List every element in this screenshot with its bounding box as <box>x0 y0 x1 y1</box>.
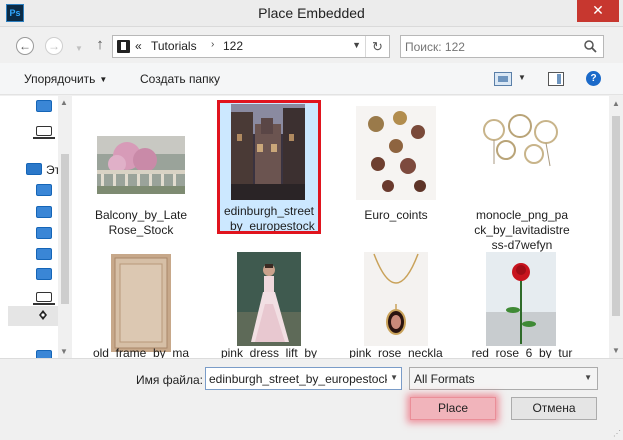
search-icon <box>584 40 597 53</box>
downloads-icon[interactable] <box>36 227 52 239</box>
folder-icon <box>117 40 130 53</box>
file-name-line: pink_rose_neckla <box>349 346 443 358</box>
network-icon[interactable] <box>36 100 52 112</box>
scroll-up-icon[interactable]: ▲ <box>60 98 68 107</box>
file-item[interactable]: monocle_png_pa ck_by_lavitadistre ss-d7w… <box>470 102 574 252</box>
file-name-line: pink_dress_lift_by <box>220 346 318 358</box>
scroll-down-icon[interactable]: ▼ <box>612 346 620 355</box>
nav-scroll-thumb[interactable] <box>61 154 69 304</box>
documents-icon[interactable] <box>36 206 52 218</box>
music-icon[interactable] <box>36 248 52 260</box>
monocle-thumbnail <box>480 106 564 168</box>
path-prefix[interactable]: « <box>135 39 142 53</box>
view-dropdown-icon[interactable]: ▼ <box>518 73 526 82</box>
refresh-button[interactable]: ↻ <box>365 36 389 57</box>
organize-menu[interactable]: Упорядочить ▼ <box>24 72 107 86</box>
command-bar: Упорядочить ▼ Создать папку ▼ ? <box>0 63 623 95</box>
caret-down-icon: ▼ <box>99 75 108 84</box>
organize-label: Упорядочить <box>24 72 96 86</box>
forward-button[interactable]: → <box>45 37 63 55</box>
format-value: All Formats <box>414 372 475 386</box>
library-icon[interactable] <box>36 184 52 196</box>
preview-pane-icon[interactable] <box>548 72 564 86</box>
file-item[interactable]: Balcony_by_Late Rose_Stock <box>89 102 193 237</box>
path-dropdown-icon[interactable]: ▼ <box>352 40 361 50</box>
file-name-line: monocle_png_pa <box>475 208 569 222</box>
scroll-down-icon[interactable]: ▼ <box>60 347 68 356</box>
path-box[interactable]: « Tutorials › 122 ▼ ↻ <box>112 35 390 58</box>
file-name-line: old_frame_by_ma <box>92 346 190 358</box>
balcony-thumbnail <box>97 136 185 194</box>
back-button[interactable]: ← <box>16 37 34 55</box>
cancel-button[interactable]: Отмена <box>511 397 597 420</box>
file-item[interactable]: old_frame_by_ma <box>89 246 193 358</box>
path-segment-tutorials[interactable]: Tutorials <box>151 39 197 53</box>
search-box[interactable] <box>400 35 604 58</box>
nav-selected-item[interactable] <box>8 306 58 326</box>
navigation-pane: Эт ▲ ▼ <box>0 96 72 362</box>
place-button[interactable]: Place <box>410 397 496 420</box>
euro-coins-thumbnail <box>356 106 436 200</box>
red-rose-thumbnail <box>486 252 556 346</box>
file-item[interactable]: pink_rose_neckla <box>344 246 448 358</box>
path-segment-122[interactable]: 122 <box>223 39 243 53</box>
change-view-icon[interactable] <box>494 72 512 86</box>
scroll-up-icon[interactable]: ▲ <box>612 99 620 108</box>
selection-highlight-frame <box>217 100 321 234</box>
videos-icon[interactable] <box>36 268 52 280</box>
help-icon[interactable]: ? <box>586 71 601 86</box>
nav-scrollbar[interactable]: ▲ ▼ <box>58 96 72 358</box>
usb-drive-icon[interactable] <box>37 309 49 321</box>
filename-dropdown-icon[interactable]: ▼ <box>390 373 398 382</box>
bottom-panel: Имя файла: ▼ All Formats ▼ Place Отмена … <box>0 358 623 440</box>
new-folder-button[interactable]: Создать папку <box>140 72 220 86</box>
old-frame-thumbnail <box>111 254 171 352</box>
file-name-line: red_rose_6_by_tur <box>471 346 573 358</box>
file-item[interactable]: red_rose_6_by_tur <box>470 246 574 358</box>
file-name-line: Euro_coints <box>364 208 428 222</box>
filename-label: Имя файла: <box>136 373 203 387</box>
search-input[interactable] <box>405 38 575 55</box>
necklace-thumbnail <box>364 252 428 346</box>
local-disk-icon[interactable] <box>33 292 55 305</box>
format-dropdown-icon[interactable]: ▼ <box>584 373 592 382</box>
recent-locations-dropdown[interactable]: ▼ <box>70 41 88 59</box>
file-item[interactable]: Euro_coints <box>344 102 448 232</box>
computer-icon[interactable] <box>26 163 42 175</box>
filename-combobox[interactable]: ▼ <box>205 367 402 390</box>
window-title: Place Embedded <box>258 5 365 21</box>
file-list: Balcony_by_Late Rose_Stock edinburgh_str… <box>72 96 609 358</box>
filename-input[interactable] <box>209 371 387 387</box>
up-button[interactable]: ↑ <box>92 35 108 55</box>
file-list-scroll-thumb[interactable] <box>612 116 620 316</box>
file-name-line: Rose_Stock <box>108 223 174 237</box>
file-item[interactable]: pink_dress_lift_by <box>217 246 321 358</box>
file-name-line: ck_by_lavitadistre <box>474 223 570 237</box>
file-list-scrollbar[interactable]: ▲ ▼ <box>609 96 623 358</box>
path-chevron[interactable]: › <box>211 39 214 50</box>
close-button[interactable]: ✕ <box>577 0 619 22</box>
resize-grip-icon[interactable]: ⋰ <box>613 429 621 438</box>
file-name-line: Balcony_by_Late <box>94 208 188 222</box>
title-bar: Ps Place Embedded ✕ <box>0 0 623 27</box>
desktop-icon[interactable] <box>33 126 55 139</box>
format-select[interactable]: All Formats ▼ <box>409 367 598 390</box>
pink-dress-thumbnail <box>237 252 301 346</box>
address-bar: ← → ▼ ↑ « Tutorials › 122 ▼ ↻ <box>0 27 623 63</box>
